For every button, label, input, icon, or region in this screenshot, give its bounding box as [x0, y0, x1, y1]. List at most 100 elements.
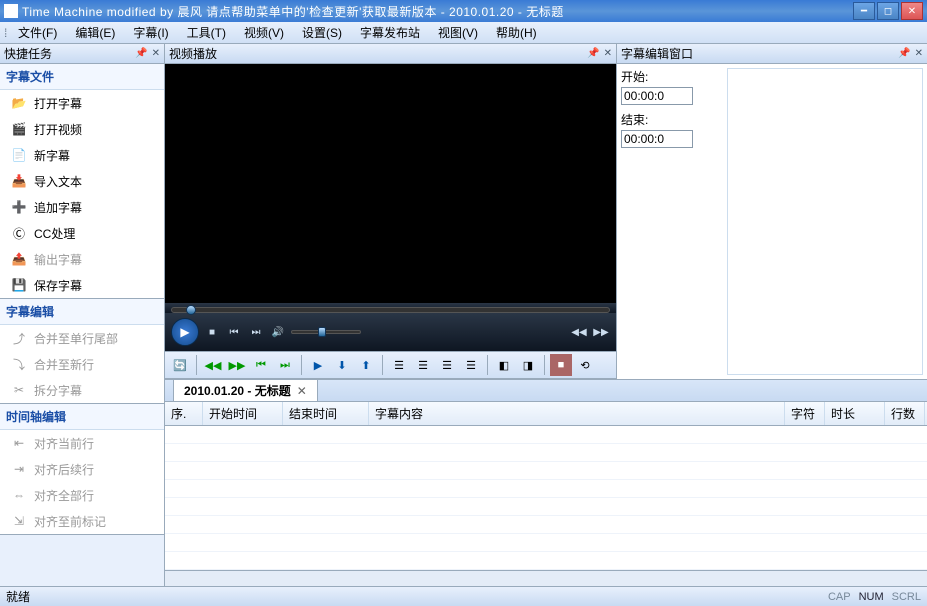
task-item[interactable]: ⇥对齐后续行	[0, 456, 164, 482]
seek-bar[interactable]	[171, 307, 610, 313]
menu-help[interactable]: 帮助(H)	[488, 22, 545, 43]
tab-close-icon[interactable]: ✕	[297, 384, 307, 398]
panel-close-icon[interactable]: ✕	[915, 48, 923, 59]
subtitle-text-area[interactable]	[727, 68, 923, 375]
menu-video[interactable]: 视频(V)	[236, 22, 292, 43]
end-input[interactable]	[621, 130, 693, 148]
toolbar-button[interactable]: ☰	[460, 354, 482, 376]
toolbar-button[interactable]: ▶	[307, 354, 329, 376]
minimize-button[interactable]: ━	[853, 2, 875, 20]
task-label: 打开视频	[34, 121, 82, 138]
task-item[interactable]: 📥导入文本	[0, 168, 164, 194]
play-button[interactable]: ▶	[171, 318, 199, 346]
document-area: 2010.01.20 - 无标题 ✕ 序.开始时间结束时间字幕内容字符时长行数	[165, 379, 927, 586]
task-item[interactable]: 🎬打开视频	[0, 116, 164, 142]
menu-view[interactable]: 视图(V)	[430, 22, 486, 43]
task-label: 对齐当前行	[34, 435, 94, 452]
stop-button[interactable]: ■	[203, 323, 221, 341]
close-button[interactable]: ✕	[901, 2, 923, 20]
group-subtitle-edit-header: 字幕编辑	[0, 299, 164, 325]
menubar: ⁞ 文件(F) 编辑(E) 字幕(I) 工具(T) 视频(V) 设置(S) 字幕…	[0, 22, 927, 44]
toolbar-button[interactable]: ◧	[493, 354, 515, 376]
table-row[interactable]	[165, 480, 927, 498]
volume-knob[interactable]	[318, 327, 326, 337]
toolbar-button[interactable]: ■	[550, 354, 572, 376]
seek-knob[interactable]	[186, 305, 196, 315]
pin-icon[interactable]: 📌	[587, 48, 599, 59]
column-header[interactable]: 字符	[785, 402, 825, 425]
column-header[interactable]: 行数	[885, 402, 925, 425]
menu-settings[interactable]: 设置(S)	[294, 22, 350, 43]
maximize-button[interactable]: ◻	[877, 2, 899, 20]
next-button[interactable]: ⏭	[247, 323, 265, 341]
task-item[interactable]: ➕追加字幕	[0, 194, 164, 220]
grid-header: 序.开始时间结束时间字幕内容字符时长行数	[165, 402, 927, 426]
toolbar-button[interactable]: ☰	[412, 354, 434, 376]
menu-file[interactable]: 文件(F)	[10, 22, 65, 43]
toolbar-button[interactable]: ⏭	[274, 354, 296, 376]
toolbar-button[interactable]: ☰	[388, 354, 410, 376]
panel-close-icon[interactable]: ✕	[604, 48, 612, 59]
toolbar-button[interactable]: ⬇	[331, 354, 353, 376]
subtitle-edit-panel: 字幕编辑窗口 📌 ✕ 开始: 结束:	[617, 44, 927, 379]
volume-icon[interactable]: 🔊	[269, 323, 287, 341]
column-header[interactable]: 时长	[825, 402, 885, 425]
task-item[interactable]: ⒸCC处理	[0, 220, 164, 246]
volume-bar[interactable]	[291, 330, 361, 334]
task-item[interactable]: 💾保存字幕	[0, 272, 164, 298]
toolbar-button[interactable]: ⟲	[574, 354, 596, 376]
prev-button[interactable]: ⏮	[225, 323, 243, 341]
forward-button[interactable]: ▶▶	[592, 323, 610, 341]
table-row[interactable]	[165, 426, 927, 444]
pin-icon[interactable]: 📌	[898, 48, 910, 59]
grid-body[interactable]	[165, 426, 927, 570]
task-icon: ⤴	[10, 329, 28, 347]
toolbar-button[interactable]: ▶▶	[226, 354, 248, 376]
video-viewport[interactable]	[165, 64, 616, 303]
task-item[interactable]: ⇔对齐全部行	[0, 482, 164, 508]
video-panel-header: 视频播放 📌 ✕	[165, 44, 616, 64]
table-row[interactable]	[165, 516, 927, 534]
statusbar: 就绪 CAP NUM SCRL	[0, 586, 927, 606]
menu-subtitle[interactable]: 字幕(I)	[125, 22, 176, 43]
task-icon: ⇥	[10, 460, 28, 478]
task-item[interactable]: 📂打开字幕	[0, 90, 164, 116]
column-header[interactable]: 序.	[165, 402, 203, 425]
task-icon: 📄	[10, 146, 28, 164]
task-item[interactable]: ⇲对齐至前标记	[0, 508, 164, 534]
task-item[interactable]: ⤵合并至新行	[0, 351, 164, 377]
menu-tools[interactable]: 工具(T)	[179, 22, 234, 43]
task-item[interactable]: ✂拆分字幕	[0, 377, 164, 403]
start-input[interactable]	[621, 87, 693, 105]
column-header[interactable]: 字幕内容	[369, 402, 785, 425]
menu-publish[interactable]: 字幕发布站	[352, 22, 428, 43]
task-item[interactable]: 📤输出字幕	[0, 246, 164, 272]
menu-grip[interactable]: ⁞	[4, 26, 8, 40]
task-icon: ⇲	[10, 512, 28, 530]
toolbar-button[interactable]: ☰	[436, 354, 458, 376]
edit-panel-header: 字幕编辑窗口 📌 ✕	[617, 44, 927, 64]
rewind-button[interactable]: ◀◀	[570, 323, 588, 341]
menu-edit[interactable]: 编辑(E)	[67, 22, 123, 43]
task-item[interactable]: 📄新字幕	[0, 142, 164, 168]
table-row[interactable]	[165, 534, 927, 552]
table-row[interactable]	[165, 498, 927, 516]
column-header[interactable]: 结束时间	[283, 402, 369, 425]
toolbar-button[interactable]: ◀◀	[202, 354, 224, 376]
pin-icon[interactable]: 📌	[135, 48, 147, 59]
column-header[interactable]: 开始时间	[203, 402, 283, 425]
panel-close-icon[interactable]: ✕	[152, 48, 160, 59]
table-row[interactable]	[165, 552, 927, 570]
task-item[interactable]: ⇤对齐当前行	[0, 430, 164, 456]
toolbar-button[interactable]: 🔄	[169, 354, 191, 376]
task-item[interactable]: ⤴合并至单行尾部	[0, 325, 164, 351]
toolbar-button[interactable]: ⏮	[250, 354, 272, 376]
table-row[interactable]	[165, 444, 927, 462]
table-row[interactable]	[165, 462, 927, 480]
toolbar-button[interactable]: ⬆	[355, 354, 377, 376]
document-tab[interactable]: 2010.01.20 - 无标题 ✕	[173, 379, 318, 401]
horizontal-scrollbar[interactable]	[165, 570, 927, 586]
group-timeline-edit-header: 时间轴编辑	[0, 404, 164, 430]
toolbar-button[interactable]: ◨	[517, 354, 539, 376]
task-icon: 📂	[10, 94, 28, 112]
